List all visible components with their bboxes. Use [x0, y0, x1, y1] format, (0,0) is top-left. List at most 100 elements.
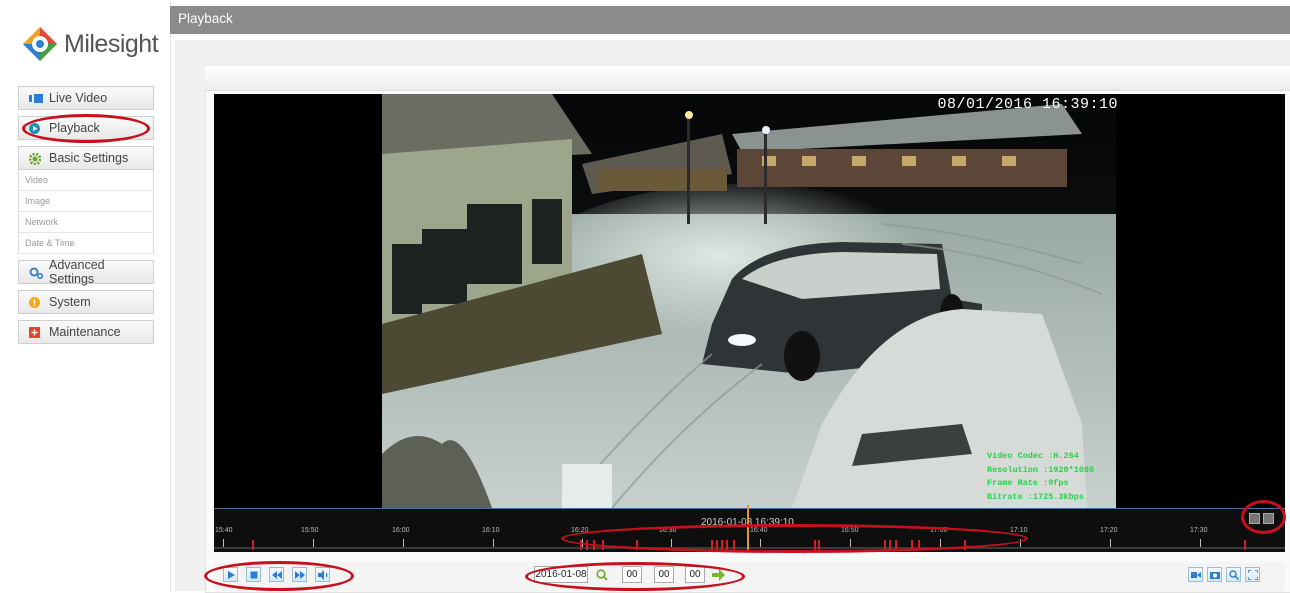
submenu-item-network[interactable]: Network [19, 212, 153, 233]
live-video-icon [29, 93, 43, 104]
fullscreen-icon [1248, 570, 1258, 580]
timeline-label: 17:10 [1010, 527, 1028, 534]
timeline-label: 15:50 [301, 527, 319, 534]
timeline-label: 16:30 [659, 527, 677, 534]
menu-label: Advanced Settings [49, 258, 105, 286]
timeline-label: 16:20 [571, 527, 589, 534]
go-button[interactable] [710, 567, 725, 582]
rewind-icon [272, 571, 282, 579]
recording-marker [1244, 540, 1246, 550]
timeline-label: 15:40 [215, 527, 233, 534]
brand-name: Milesight [64, 30, 159, 58]
recording-marker [252, 540, 254, 550]
playback-timeline[interactable]: 2016-01-08 16:39:10 15:40 15:50 16:00 16… [214, 505, 1285, 552]
recording-marker [964, 540, 966, 550]
menu-item-advanced-settings[interactable]: Advanced Settings [18, 258, 154, 286]
recording-marker [918, 540, 920, 550]
digital-zoom-button[interactable] [1226, 567, 1241, 582]
minute-input[interactable]: 00 [654, 566, 674, 583]
osd-codec: Video Codec :H.264 [987, 451, 1079, 461]
timeline-zoom-in-icon[interactable] [1263, 513, 1274, 524]
recording-marker [884, 540, 886, 550]
menu-item-system[interactable]: System [18, 290, 154, 314]
fullscreen-button[interactable] [1245, 567, 1260, 582]
zoom-icon [1229, 570, 1239, 580]
recording-marker [911, 540, 913, 550]
snapshot-button[interactable] [1207, 567, 1222, 582]
menu-item-basic-settings[interactable]: Basic Settings [18, 146, 154, 170]
menu-label: Playback [49, 121, 100, 135]
recording-marker [895, 540, 897, 550]
recording-marker [733, 540, 735, 550]
recording-marker [636, 540, 638, 550]
osd-resolution: Resolution :1920*1080 [987, 464, 1095, 475]
menu-label: System [49, 295, 91, 309]
audio-button[interactable] [315, 567, 330, 582]
video-player[interactable]: 08/01/2016 16:39:10 Video Codec :H.264 R… [214, 94, 1285, 508]
timeline-zoom-out-icon[interactable] [1249, 513, 1260, 524]
plus-icon [29, 326, 40, 338]
submenu-item-image[interactable]: Image [19, 191, 153, 212]
hour-input[interactable]: 00 [622, 566, 642, 583]
recording-marker [818, 540, 820, 550]
submenu-item-date-time[interactable]: Date & Time [19, 233, 153, 254]
timeline-cursor[interactable] [747, 505, 749, 552]
recording-marker [711, 540, 713, 550]
submenu-item-video[interactable]: Video [19, 170, 153, 191]
menu-item-maintenance[interactable]: Maintenance [18, 320, 154, 344]
playback-controls: 2016-01-08 00 00 00 [214, 562, 1285, 591]
recording-marker [726, 540, 728, 550]
basic-settings-submenu: Video Image Network Date & Time [18, 170, 154, 254]
timeline-track [214, 547, 1285, 549]
timeline-label: 16:40 [750, 527, 768, 534]
speaker-icon [318, 570, 328, 580]
second-input[interactable]: 00 [685, 566, 705, 583]
date-input[interactable]: 2016-01-08 [534, 566, 588, 583]
rewind-button[interactable] [269, 567, 284, 582]
recording-marker [602, 540, 604, 550]
milesight-logo-icon [23, 27, 57, 61]
gears-icon [29, 267, 44, 279]
recording-marker [889, 540, 891, 550]
search-button[interactable] [594, 567, 609, 582]
play-icon [228, 571, 235, 579]
fast-forward-button[interactable] [292, 567, 307, 582]
info-icon [29, 296, 40, 308]
search-icon [596, 569, 608, 581]
timeline-label: 16:50 [841, 527, 859, 534]
camera-icon [1210, 572, 1220, 579]
recording-marker [586, 540, 588, 550]
timeline-label: 17:30 [1190, 527, 1208, 534]
timeline-label: 16:00 [392, 527, 410, 534]
recording-marker [580, 540, 582, 550]
osd-timestamp: 08/01/2016 16:39:10 [937, 96, 1118, 113]
fast-forward-icon [295, 571, 305, 579]
video-camera-icon [1191, 572, 1201, 578]
stop-icon [250, 571, 258, 579]
recording-marker [716, 540, 718, 550]
main-menu: Live Video Playback Basic Settings Video… [18, 86, 154, 350]
play-button[interactable] [223, 567, 238, 582]
osd-frame-rate: Frame Rate :9fps [987, 478, 1069, 488]
recording-marker [814, 540, 816, 550]
osd-bitrate: Bitrate :1725.3kbps [987, 491, 1084, 502]
playback-icon [29, 122, 40, 134]
arrow-right-icon [712, 569, 725, 581]
sidebar: Milesight Live Video Playback Basic Sett… [0, 0, 171, 591]
video-frame [382, 94, 1116, 508]
timeline-label: 16:10 [482, 527, 500, 534]
timeline-label: 17:20 [1100, 527, 1118, 534]
milesight-logo: Milesight [22, 24, 172, 68]
osd-stream-info: Video Codec :H.264 Resolution :1920*1080… [987, 450, 1094, 504]
recording-marker [721, 540, 723, 550]
menu-item-playback[interactable]: Playback [18, 116, 154, 140]
night-snow-scene [382, 94, 1116, 508]
menu-label: Live Video [49, 91, 108, 105]
menu-label: Basic Settings [49, 151, 129, 165]
stop-button[interactable] [246, 567, 261, 582]
menu-item-live-video[interactable]: Live Video [18, 86, 154, 110]
record-button[interactable] [1188, 567, 1203, 582]
gear-icon [28, 152, 42, 165]
menu-label: Maintenance [49, 325, 121, 339]
page-title: Playback [170, 6, 1290, 34]
